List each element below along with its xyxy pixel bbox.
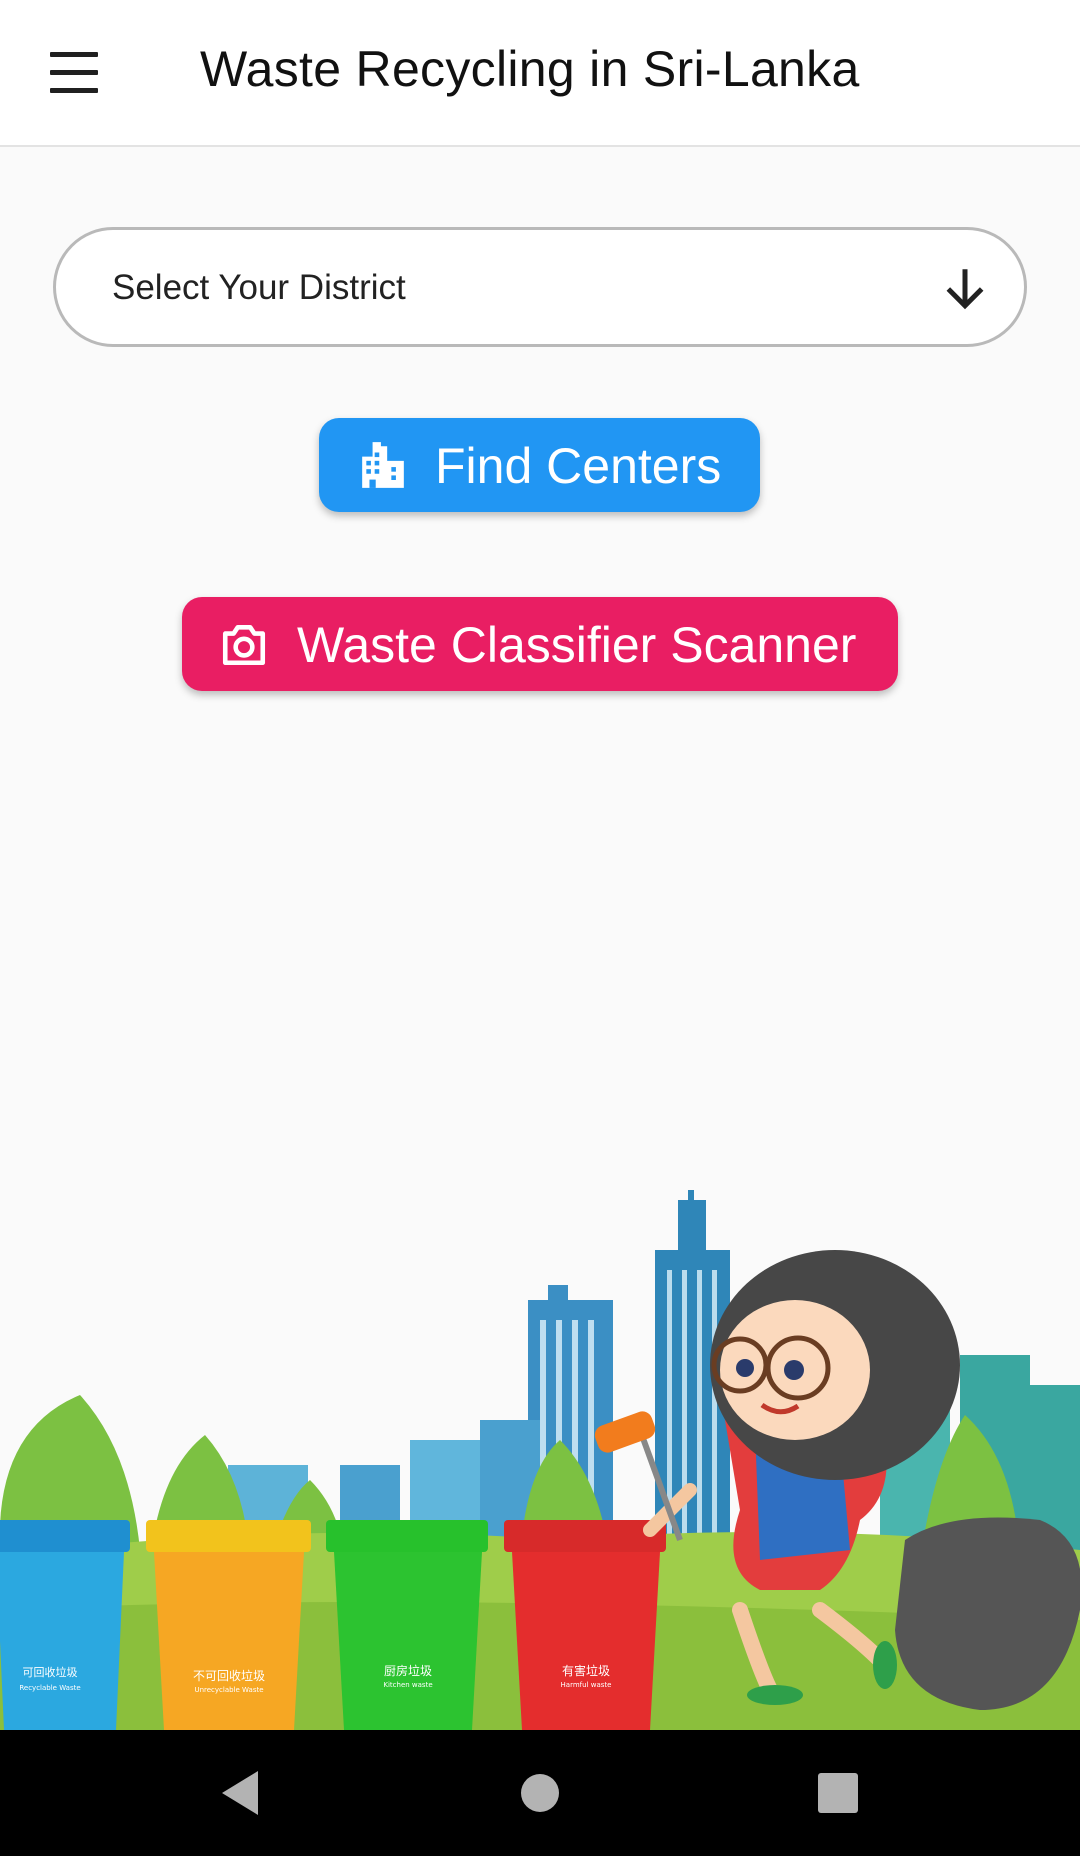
svg-text:Harmful waste: Harmful waste xyxy=(561,1681,612,1689)
back-triangle-icon[interactable] xyxy=(210,1763,270,1823)
recycling-illustration: 可回收垃圾 Recyclable Waste 不可回收垃圾 Unrecyclab… xyxy=(0,1190,1080,1730)
district-dropdown-placeholder: Select Your District xyxy=(112,268,406,307)
svg-text:Recyclable Waste: Recyclable Waste xyxy=(19,1684,80,1692)
waste-classifier-scanner-label: Waste Classifier Scanner xyxy=(297,617,857,673)
svg-text:Kitchen waste: Kitchen waste xyxy=(383,1681,432,1689)
svg-text:有害垃圾: 有害垃圾 xyxy=(562,1663,610,1678)
hamburger-menu-icon[interactable] xyxy=(38,44,108,104)
find-centers-button[interactable]: Find Centers xyxy=(319,418,760,512)
recycling-bin-unrecyclable: 不可回收垃圾 Unrecyclable Waste xyxy=(146,1520,311,1730)
system-navigation-bar xyxy=(0,1730,1080,1856)
svg-text:厨房垃圾: 厨房垃圾 xyxy=(384,1663,432,1678)
arrow-down-icon xyxy=(946,269,984,310)
app-bar: Waste Recycling in Sri-Lanka xyxy=(0,0,1080,147)
recycling-bin-recyclable: 可回收垃圾 Recyclable Waste xyxy=(0,1520,130,1730)
recycling-bin-harmful: 有害垃圾 Harmful waste xyxy=(504,1520,666,1730)
svg-text:不可回收垃圾: 不可回收垃圾 xyxy=(193,1668,265,1683)
waste-classifier-scanner-button[interactable]: Waste Classifier Scanner xyxy=(182,597,898,691)
svg-text:可回收垃圾: 可回收垃圾 xyxy=(23,1665,78,1679)
recycling-bin-kitchen: 厨房垃圾 Kitchen waste xyxy=(326,1520,488,1730)
apartment-building-icon xyxy=(362,442,404,488)
page-title: Waste Recycling in Sri-Lanka xyxy=(200,41,860,97)
find-centers-label: Find Centers xyxy=(435,438,722,494)
recents-square-icon[interactable] xyxy=(808,1763,868,1823)
district-dropdown[interactable]: Select Your District xyxy=(53,227,1027,347)
svg-text:Unrecyclable Waste: Unrecyclable Waste xyxy=(194,1686,263,1694)
camera-icon xyxy=(222,625,266,666)
home-circle-icon[interactable] xyxy=(510,1763,570,1823)
